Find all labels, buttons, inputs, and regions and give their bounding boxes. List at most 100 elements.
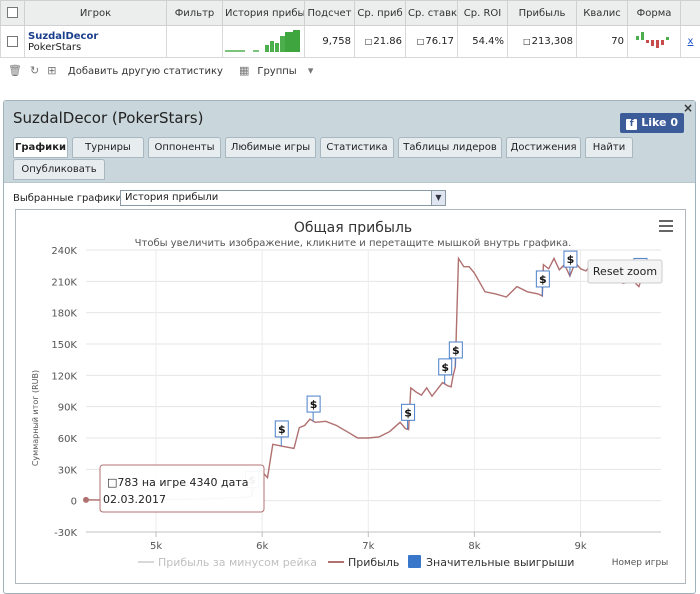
row-select-cell[interactable] — [0, 25, 25, 58]
table-row[interactable]: SuzdalDecor PokerStars 9,758 □21.86 □76.… — [0, 25, 700, 58]
tab-leaderboards[interactable]: Таблицы лидеров — [398, 137, 502, 158]
col-header-filter[interactable]: Фильтр — [166, 0, 223, 26]
avg-profit-cell: □21.86 — [354, 25, 406, 58]
big-win-flag: $ — [535, 270, 550, 296]
chart-select[interactable]: История прибыли ▼ — [120, 190, 446, 206]
col-header-avg-roi[interactable]: Ср. ROI — [457, 0, 508, 26]
groups-dropdown[interactable]: ▦ Группы ▾ — [239, 64, 321, 77]
big-win-flag: $ — [438, 358, 453, 384]
y-tick-label: 240K — [51, 246, 77, 257]
close-icon[interactable]: × — [683, 101, 693, 115]
player-cell[interactable]: SuzdalDecor PokerStars — [24, 25, 167, 58]
col-header-avg-stake[interactable]: Ср. ставк — [405, 0, 458, 26]
like-label: Like 0 — [641, 116, 678, 129]
dollar-icon: $ — [539, 273, 547, 286]
tooltip-line-1: 783 на игре 4340 дата — [117, 476, 248, 489]
y-tick-label: -30K — [54, 528, 77, 539]
big-win-flag: $ — [306, 395, 321, 422]
y-tick-label: 120K — [51, 371, 77, 382]
avg-stake-cell: □76.17 — [405, 25, 458, 58]
tab-search[interactable]: Найти — [585, 137, 633, 158]
remove-row-link[interactable]: x — [680, 25, 700, 58]
y-axis-title: Суммарный итог (RUB) — [31, 370, 40, 466]
table-header-row: Игрок Фильтр История прибыли Подсчет Ср.… — [0, 0, 700, 26]
tab-achievements[interactable]: Достижения — [506, 137, 581, 158]
reset-zoom-label: Reset zoom — [593, 265, 657, 278]
select-all-header[interactable] — [0, 0, 25, 26]
col-header-count[interactable]: Подсчет — [304, 0, 355, 26]
player-panel: SuzdalDecor (PokerStars) × f Like 0 Графи… — [3, 100, 696, 594]
legend-item-big-wins[interactable]: Значительные выигрыши — [408, 555, 574, 569]
legend-label-big-wins: Значительные выигрыши — [426, 556, 574, 569]
tab-tournaments[interactable]: Турниры — [72, 137, 144, 158]
player-name-link[interactable]: SuzdalDecor — [28, 31, 163, 42]
y-tick-label: 0 — [71, 497, 77, 508]
tooltip-line-2: 02.03.2017 — [103, 493, 166, 506]
col-header-quality[interactable]: Квалис — [576, 0, 628, 26]
legend-label-profit-net-rake: Прибыль за минусом рейка — [158, 556, 317, 569]
tab-charts[interactable]: Графики — [13, 137, 68, 158]
form-chart — [636, 32, 669, 48]
profit-history-sparkline-cell — [222, 25, 305, 58]
chart-tooltip: □783 на игре 4340 дата 02.03.2017 — [99, 464, 265, 513]
col-header-profit-history[interactable]: История прибыли — [222, 0, 305, 26]
hover-marker — [83, 496, 89, 503]
col-header-player[interactable]: Игрок — [24, 0, 167, 26]
x-tick-label: 6k — [256, 541, 268, 552]
avg-profit-value: 21.86 — [373, 36, 402, 47]
profit-sparkline — [225, 30, 300, 52]
select-all-checkbox[interactable] — [7, 7, 18, 19]
facebook-like-button[interactable]: f Like 0 — [620, 113, 684, 133]
x-tick-label: 7k — [362, 541, 374, 552]
y-tick-label: 210K — [51, 277, 77, 288]
legend-item-profit[interactable]: Прибыль — [328, 556, 399, 569]
chevron-down-icon[interactable]: ▼ — [431, 191, 445, 205]
x-axis-title: Номер игры — [612, 558, 669, 568]
col-header-form[interactable]: Форма — [627, 0, 681, 26]
dollar-icon: $ — [452, 344, 460, 357]
context-menu-icon[interactable] — [659, 220, 673, 232]
chart-legend: Прибыль за минусом рейка Прибыль Значите… — [138, 555, 574, 569]
profit-line — [85, 256, 662, 501]
tab-opponents[interactable]: Оппоненты — [148, 137, 221, 158]
dollar-icon: $ — [441, 361, 449, 374]
chart-subtitle: Чтобы увеличить изображение, кликните и … — [135, 238, 572, 249]
reset-zoom-button[interactable]: Reset zoom — [587, 259, 663, 284]
avg-stake-value: 76.17 — [425, 36, 454, 47]
tooltip-currency-icon: □ — [107, 476, 117, 489]
dollar-icon: $ — [567, 253, 575, 266]
chevron-down-icon: ▾ — [307, 63, 314, 77]
trash-icon[interactable]: 🗑 — [8, 64, 22, 77]
profit-value: 213,308 — [531, 36, 573, 47]
row-checkbox[interactable] — [7, 35, 18, 47]
tab-statistics[interactable]: Статистика — [320, 137, 394, 158]
groups-icon: ▦ — [238, 63, 250, 77]
chart-select-value: История прибыли — [125, 192, 219, 203]
dollar-icon: $ — [404, 406, 412, 419]
currency-icon: □ — [364, 37, 373, 46]
add-stat-button[interactable]: ⊞ Добавить другую статистику — [47, 64, 231, 77]
stats-table: Игрок Фильтр История прибыли Подсчет Ср.… — [0, 0, 700, 58]
col-header-remove — [680, 0, 700, 26]
profit-chart[interactable]: Общая прибыль Чтобы увеличить изображени… — [15, 209, 686, 584]
quality-cell: 70 — [576, 25, 628, 58]
chart-title: Общая прибыль — [294, 220, 412, 236]
x-tick-label: 9k — [574, 541, 586, 552]
big-win-flags: $$$$$$$$$ — [245, 250, 648, 497]
avg-roi-cell: 54.4% — [457, 25, 508, 58]
tab-publish[interactable]: Опубликовать — [13, 159, 105, 180]
y-tick-label: 180K — [51, 309, 77, 320]
x-tick-label: 8k — [468, 541, 480, 552]
add-icon: ⊞ — [47, 63, 60, 77]
tab-favorite-games[interactable]: Любимые игры — [225, 137, 316, 158]
profit-chart-svg[interactable]: Общая прибыль Чтобы увеличить изображени… — [16, 210, 687, 585]
y-tick-label: 150K — [51, 340, 77, 351]
chart-selector-label: Выбранные графики: — [13, 193, 126, 204]
y-tick-label: 30K — [58, 465, 78, 476]
col-header-avg-profit[interactable]: Ср. приб — [354, 0, 406, 26]
legend-item-profit-net-rake[interactable]: Прибыль за минусом рейка — [138, 556, 317, 569]
table-toolbar: 🗑 ↻ ⊞ Добавить другую статистику ▦ Группы… — [0, 56, 700, 84]
big-win-flag: $ — [274, 420, 289, 446]
col-header-profit[interactable]: Прибыль — [507, 0, 577, 26]
refresh-icon[interactable]: ↻ — [30, 64, 39, 77]
